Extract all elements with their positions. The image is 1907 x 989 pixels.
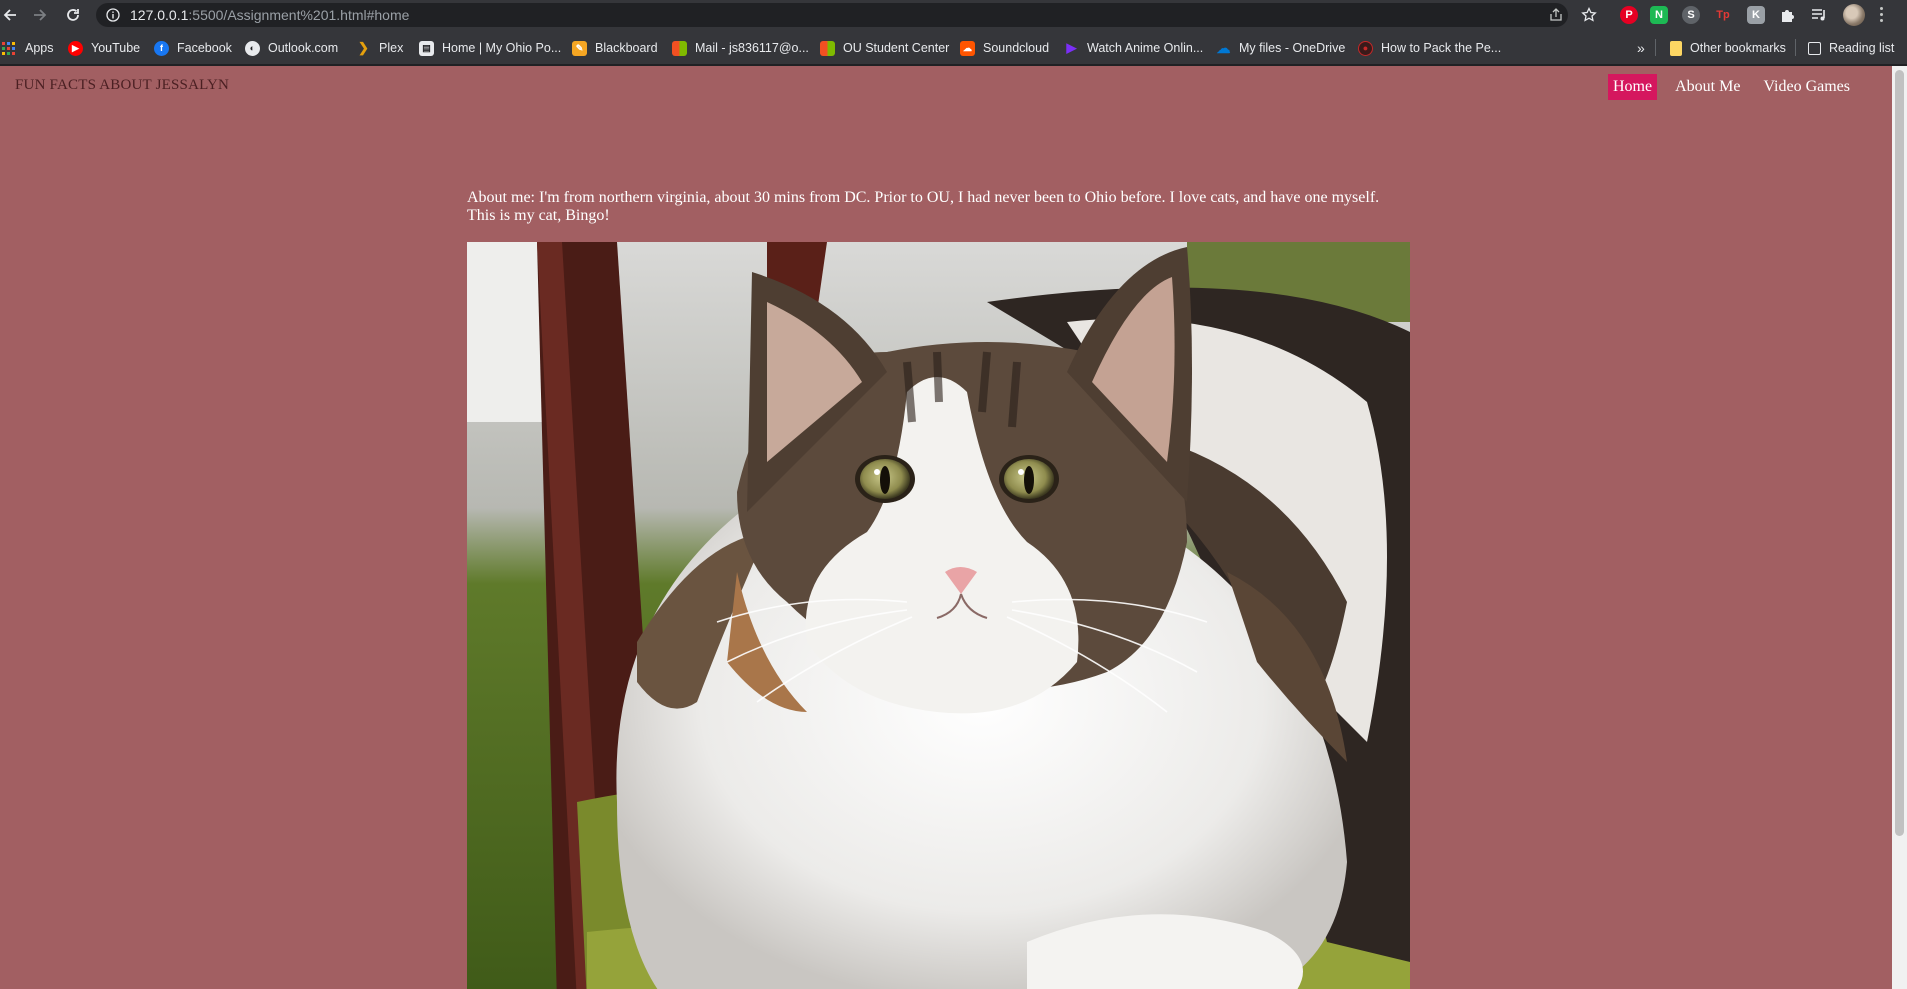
bookmark-label: Watch Anime Onlin... — [1087, 41, 1204, 55]
onedrive-icon: ☁ — [1216, 39, 1231, 56]
bookmarks-divider — [1655, 39, 1656, 56]
ohio-portal-icon: ▤ — [419, 40, 434, 56]
nav-home-link[interactable]: Home — [1608, 74, 1658, 100]
play-icon: ▶ — [1066, 40, 1077, 55]
about-text-line2: This is my cat, Bingo! — [467, 207, 610, 224]
media-control-icon[interactable] — [1811, 7, 1827, 23]
bookmark-mail[interactable]: Mail - js836117@o... — [672, 39, 809, 57]
forward-button[interactable] — [30, 5, 50, 25]
bookmark-label: My files - OneDrive — [1239, 41, 1346, 55]
folder-icon — [1670, 40, 1682, 56]
url-host: 127.0.0.1 — [130, 7, 189, 23]
bookmark-youtube[interactable]: ▶ YouTube — [68, 39, 140, 57]
bookmarks-bar: Apps ▶ YouTube f Facebook ◐ Outlook.com … — [0, 30, 1907, 65]
bookmark-label: Plex — [379, 41, 404, 55]
bookmark-apps[interactable]: Apps — [2, 39, 54, 57]
plex-icon: ❯ — [358, 40, 369, 55]
reload-icon — [67, 9, 79, 21]
other-bookmarks-label: Other bookmarks — [1690, 41, 1786, 55]
reading-list-button[interactable]: Reading list — [1808, 39, 1894, 57]
top-nav: Home About Me Video Games — [1608, 74, 1868, 100]
bookmark-star-icon[interactable] — [1581, 7, 1597, 23]
back-button[interactable] — [0, 5, 20, 25]
browser-menu-icon[interactable] — [1880, 7, 1884, 25]
bookmark-label: Soundcloud — [983, 41, 1050, 55]
bookmark-label: Outlook.com — [268, 41, 339, 55]
outlook-icon: ◐ — [245, 40, 260, 56]
soundcloud-icon: ☁ — [960, 40, 975, 56]
tp-extension-icon[interactable]: Tp — [1714, 6, 1732, 24]
about-text: About me: I'm from northern virginia, ab… — [467, 189, 1427, 225]
bookmark-watch-anime[interactable]: ▶ Watch Anime Onlin... — [1064, 39, 1204, 57]
page-viewport: FUN FACTS ABOUT JESSALYN Home About Me V… — [0, 66, 1907, 989]
bookmark-how-to-pack[interactable]: ● How to Pack the Pe... — [1358, 39, 1501, 57]
cat-photo — [467, 242, 1410, 989]
facebook-icon: f — [154, 40, 169, 56]
share-icon[interactable] — [1549, 8, 1563, 22]
bookmark-outlook[interactable]: ◐ Outlook.com — [245, 39, 338, 57]
page-scrollbar[interactable] — [1892, 66, 1907, 989]
bookmark-plex[interactable]: ❯ Plex — [356, 39, 403, 57]
forward-arrow-icon — [34, 9, 47, 21]
back-arrow-icon — [3, 9, 16, 21]
bookmark-label: Apps — [25, 41, 54, 55]
about-text-line1: About me: I'm from northern virginia, ab… — [467, 189, 1380, 206]
scrollbar-thumb[interactable] — [1895, 70, 1904, 836]
bookmark-blackboard[interactable]: ✎ Blackboard — [572, 39, 658, 57]
bookmark-facebook[interactable]: f Facebook — [154, 39, 232, 57]
pinterest-extension-icon[interactable]: P — [1620, 6, 1638, 24]
other-bookmarks-button[interactable]: Other bookmarks — [1670, 39, 1786, 57]
bookmarks-overflow-button[interactable]: » — [1637, 39, 1645, 57]
n-extension-icon[interactable]: N — [1650, 6, 1668, 24]
bookmark-label: Blackboard — [595, 41, 658, 55]
blackboard-icon: ✎ — [572, 40, 587, 56]
url-path: :5500/Assignment%201.html#home — [188, 7, 410, 23]
bookmark-soundcloud[interactable]: ☁ Soundcloud — [960, 39, 1049, 57]
microsoft-icon — [820, 40, 835, 56]
reload-button[interactable] — [63, 5, 83, 25]
bookmark-ohio-portal[interactable]: ▤ Home | My Ohio Po... — [419, 39, 561, 57]
reading-list-icon — [1808, 41, 1821, 55]
reading-list-label: Reading list — [1829, 41, 1895, 55]
video-icon: ● — [1358, 40, 1373, 56]
site-title: FUN FACTS ABOUT JESSALYN — [15, 77, 230, 93]
url-text[interactable]: 127.0.0.1:5500/Assignment%201.html#home — [130, 8, 409, 22]
nav-about-link[interactable]: About Me — [1670, 74, 1745, 100]
address-bar[interactable]: 127.0.0.1:5500/Assignment%201.html#home — [96, 3, 1568, 27]
bookmark-label: How to Pack the Pe... — [1381, 41, 1502, 55]
bookmark-label: Facebook — [177, 41, 232, 55]
bookmark-label: Mail - js836117@o... — [695, 41, 809, 55]
profile-avatar[interactable] — [1843, 4, 1865, 26]
apps-grid-icon — [2, 41, 15, 55]
site-info-icon[interactable] — [106, 8, 120, 22]
microsoft-mail-icon — [672, 40, 687, 56]
bookmark-ou-student-center[interactable]: OU Student Center — [820, 39, 949, 57]
reading-list-divider — [1795, 39, 1796, 56]
k-extension-icon[interactable]: K — [1747, 6, 1765, 24]
bookmark-label: OU Student Center — [843, 41, 950, 55]
youtube-icon: ▶ — [68, 40, 83, 56]
s-extension-icon[interactable]: S — [1682, 6, 1700, 24]
browser-toolbar: 127.0.0.1:5500/Assignment%201.html#home … — [0, 0, 1907, 30]
bookmark-onedrive[interactable]: ☁ My files - OneDrive — [1216, 39, 1346, 57]
nav-video-games-link[interactable]: Video Games — [1758, 74, 1855, 100]
bookmark-label: Home | My Ohio Po... — [442, 41, 562, 55]
bookmark-label: YouTube — [91, 41, 141, 55]
extensions-puzzle-icon[interactable] — [1779, 6, 1797, 24]
